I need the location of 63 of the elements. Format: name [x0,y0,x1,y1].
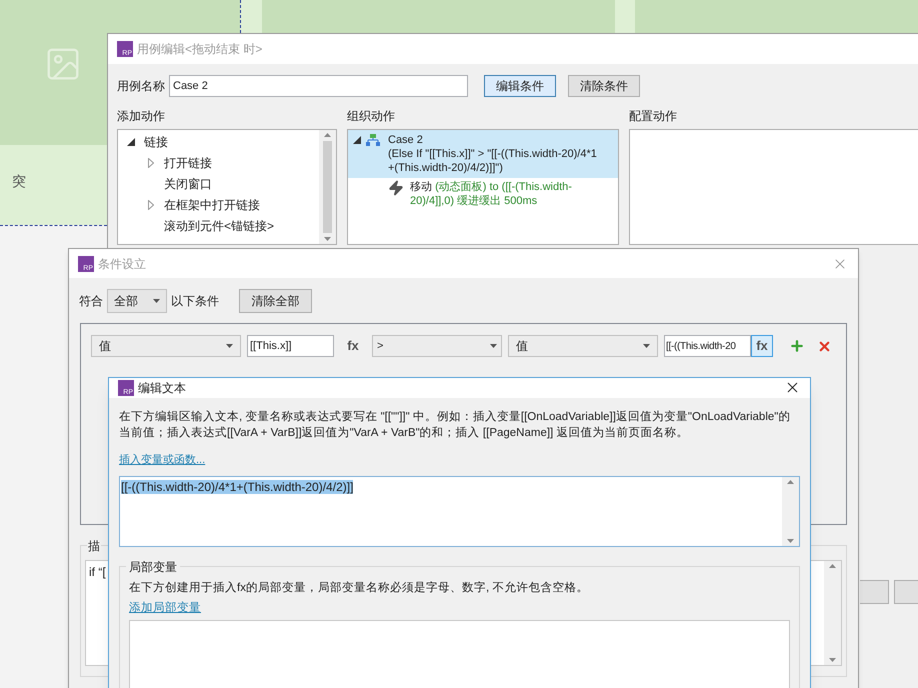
scroll-down-icon[interactable] [324,237,331,241]
scroll-up-icon[interactable] [829,564,836,568]
case-condition: (Else If "[[This.x]]" > "[[-((This.width-20)/4*1 +(This.width-20)/4/2)]]") [388,147,598,175]
toolbar-button[interactable]: 清除条件 [568,75,640,97]
window-title: 用例编辑<拖动结束 时> [137,41,262,58]
collapsed-triangle-icon[interactable] [148,158,154,168]
toolbar-button[interactable]: 编辑条件 [484,75,556,97]
section-heading: 添加动作 [117,108,166,125]
group-legend: 局部变量 [126,558,180,576]
canvas-label: 突 [12,172,26,191]
tree-item[interactable]: 链接 [144,132,168,150]
dropdown-caret-icon [490,344,497,348]
value-field[interactable]: [[This.x]] [247,335,334,357]
action-text: 移动 (动态面板) to ([[-(This.width-20)/4]],0) 缓进缓出 500ms [410,180,573,208]
scroll-up-icon[interactable] [787,480,794,484]
type-dropdown[interactable]: 值 [91,335,241,357]
section-heading: 组织动作 [347,108,396,125]
scroll-up-icon[interactable] [324,133,331,137]
add-icon[interactable] [789,338,805,354]
field-label: 符合 [79,293,103,310]
instructions-text: 在下方编辑区输入文本, 变量名称或表达式要写在 "[[""]]" 中。例如：插入变量[[OnLoadVariable]]返回值为变量"OnLoadVariable"的当前值；插入表达式[[VarA + VarB]]返回值为"VarA + VarB"的和；插入 [[PageName]] 返回值为当前页面名称。 [119,409,792,440]
case-row[interactable]: Case 2 (Else If "[[This.x]]" > "[[-((This.width-20)/4*1 +(This.width-20)/4/2)]]") [348,130,618,178]
window-title: 编辑文本 [138,380,186,397]
section-heading: 配置动作 [629,108,678,125]
dropdown-caret-icon [643,344,650,348]
operator-dropdown[interactable]: > [372,335,502,357]
window-title: 条件设立 [98,256,146,272]
tree-item[interactable]: 打开链接 [164,154,212,172]
tree-item[interactable]: 滚动到元件<锚链接> [164,216,274,234]
match-dropdown[interactable]: 全部 [107,289,167,313]
tree-item[interactable]: 在框架中打开链接 [164,196,260,214]
group-legend: 描 [87,537,101,555]
case-name: Case 2 [388,133,424,147]
editor-text: [[-((This.width-20)/4*1+(This.width-20)/4/2)]] [121,480,354,494]
dropdown-caret-icon [153,299,160,303]
type-dropdown[interactable]: 值 [508,335,658,357]
field-label: 以下条件 [171,293,219,310]
case-name-field[interactable]: Case 2 [169,75,468,97]
expanded-triangle-icon[interactable] [353,136,361,144]
case-tree-icon [366,134,380,146]
description-text: if “[ [89,565,106,579]
scrollbar[interactable] [824,561,841,665]
dropdown-caret-icon [226,344,233,348]
insert-variable-link[interactable]: 插入变量或函数... [119,452,206,468]
lightning-icon [388,180,404,196]
scroll-down-icon[interactable] [787,539,794,543]
dialog-button[interactable] [860,580,889,604]
scrollbar[interactable] [782,477,799,546]
fx-button[interactable]: fx [751,335,773,357]
text-editor[interactable]: [[-((This.width-20)/4*1+(This.width-20)/4/2)]] [119,476,800,547]
clear-all-button[interactable]: 清除全部 [239,289,312,313]
fx-button[interactable]: fx [340,336,366,356]
value-field[interactable]: [[-((This.width-20 [664,335,751,357]
add-variable-link[interactable]: 添加局部变量 [129,600,201,618]
delete-icon[interactable] [817,338,832,354]
scroll-down-icon[interactable] [829,658,836,662]
scrollbar[interactable] [319,130,336,244]
field-label: 用例名称 [117,78,165,95]
hint-text: 在下方创建用于插入fx的局部变量，局部变量名称必须是字母、数字, 不允许包含空格。 [129,580,590,596]
collapsed-triangle-icon[interactable] [148,200,154,210]
expanded-triangle-icon[interactable] [127,138,135,146]
tree-item[interactable]: 关闭窗口 [164,174,212,192]
scroll-thumb[interactable] [323,141,332,233]
